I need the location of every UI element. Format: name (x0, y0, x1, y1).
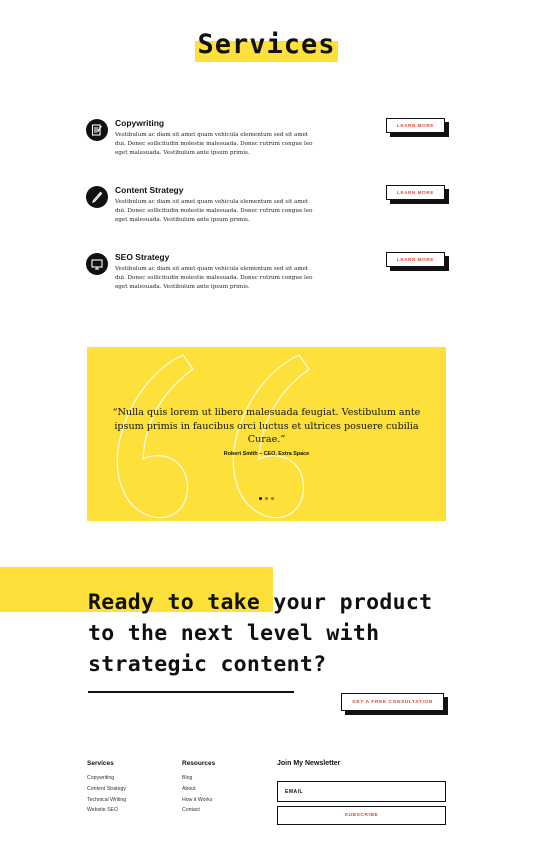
service-description: Vestibulum ac diam sit amet quam vehicul… (115, 266, 313, 290)
newsletter-heading: Join My Newsletter (277, 760, 341, 767)
testimonial-quote: “Nulla quis lorem ut libero malesuada fe… (112, 407, 421, 445)
service-item-seo-strategy: SEO Strategy Vestibulum ac diam sit amet… (86, 252, 448, 304)
service-description: Vestibulum ac diam sit amet quam vehicul… (115, 199, 313, 223)
slider-dots (87, 497, 446, 500)
subscribe-button[interactable]: SUBSCRIBE (277, 806, 446, 825)
learn-more-button[interactable]: LEARN MORE (386, 118, 445, 133)
footer-link-website-seo[interactable]: Website SEO (87, 805, 126, 816)
pen-icon (86, 186, 108, 208)
footer-link-contact[interactable]: Contact (182, 805, 215, 816)
footer-services: Services Copywriting Content Strategy Te… (87, 760, 126, 816)
footer-link-about[interactable]: About (182, 784, 215, 795)
service-item-content-strategy: Content Strategy Vestibulum ac diam sit … (86, 185, 448, 237)
footer-heading: Services (87, 760, 114, 767)
services-header: Services (0, 28, 533, 68)
footer-link-technical-writing[interactable]: Technical Writing (87, 795, 126, 806)
cta-heading: Ready to take your product to the next l… (88, 590, 433, 677)
document-icon (86, 119, 108, 141)
learn-more-button[interactable]: LEARN MORE (386, 185, 445, 200)
free-consultation-button[interactable]: GET A FREE CONSULTATION (341, 693, 444, 711)
slider-dot[interactable] (259, 497, 262, 500)
footer-link-copywriting[interactable]: Copywriting (87, 773, 126, 784)
footer-link-content-strategy[interactable]: Content Strategy (87, 784, 126, 795)
footer-heading: Resources (182, 760, 216, 767)
testimonial-author: Robert Smith – CEO, Extra Space (223, 451, 310, 457)
service-description: Vestibulum ac diam sit amet quam vehicul… (115, 132, 313, 156)
service-item-copywriting: Copywriting Vestibulum ac diam sit amet … (86, 118, 448, 170)
service-name: SEO Strategy (115, 252, 170, 262)
slider-dot[interactable] (265, 497, 268, 500)
divider (88, 691, 294, 693)
footer-resources: Resources Blog About How it Works Contac… (182, 760, 215, 816)
footer-link-blog[interactable]: Blog (182, 773, 215, 784)
monitor-icon (86, 253, 108, 275)
services-title: Services (197, 29, 336, 60)
email-input[interactable] (277, 781, 446, 802)
slider-dot[interactable] (271, 497, 274, 500)
learn-more-button[interactable]: LEARN MORE (386, 252, 445, 267)
testimonial-slider: “Nulla quis lorem ut libero malesuada fe… (87, 347, 446, 521)
service-name: Content Strategy (115, 185, 184, 195)
service-name: Copywriting (115, 118, 165, 128)
footer-link-how-it-works[interactable]: How it Works (182, 795, 215, 806)
